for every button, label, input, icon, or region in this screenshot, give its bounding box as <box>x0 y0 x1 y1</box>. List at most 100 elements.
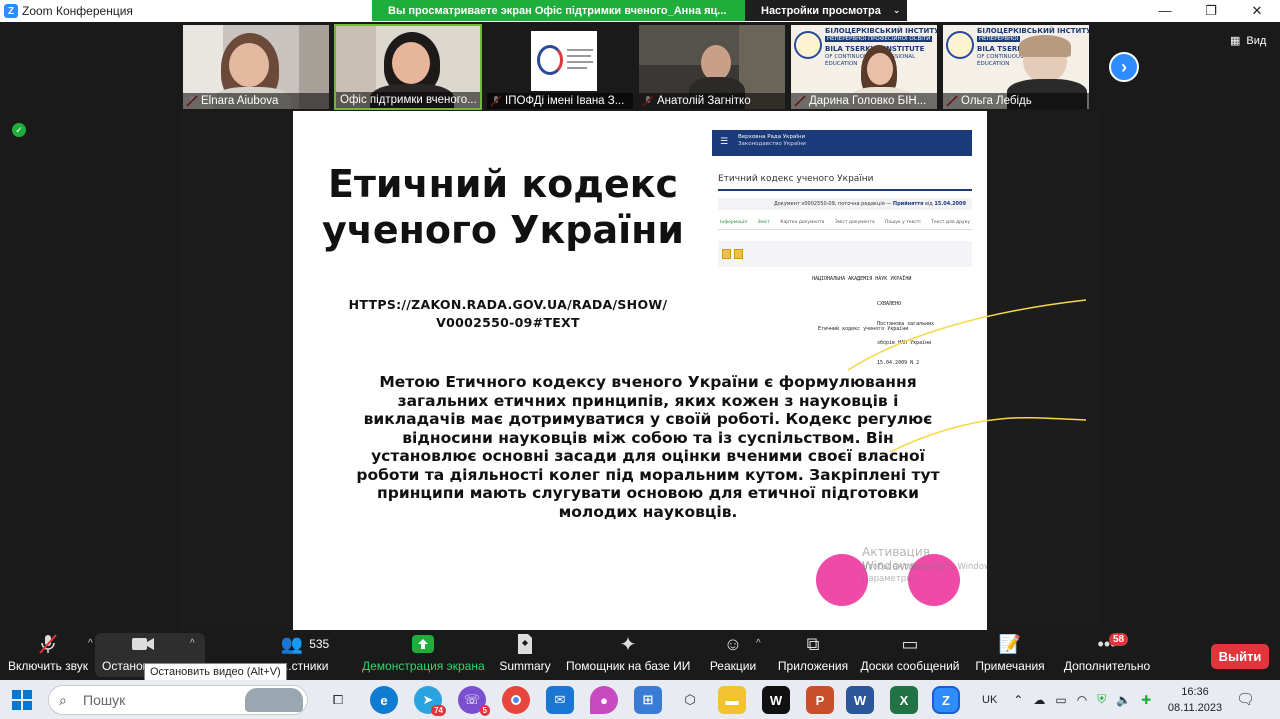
more-label: Дополнительно <box>1063 659 1151 673</box>
meeting-toolbar: Включить звук ^ Останов... ^ 👥 535 ...стн… <box>0 630 1280 681</box>
stop-video-tooltip: Остановить видео (Alt+V) <box>144 663 287 681</box>
logo-text: OF CONTINUOUS <box>977 54 1024 60</box>
doc-title: Етичний кодекс ученого України <box>718 174 972 191</box>
slide-title-line: ученого України <box>321 208 685 252</box>
institution-logo <box>531 31 597 91</box>
view-options-label: Настройки просмотра <box>761 4 881 17</box>
whiteboard-icon: ▭ <box>901 633 919 654</box>
wifi-icon[interactable]: ◠ <box>1077 693 1087 707</box>
powerpoint-icon[interactable]: P <box>806 686 834 714</box>
antivirus-icon[interactable]: ✚ <box>1141 693 1151 707</box>
doc-meta-bold: Прийняття <box>892 201 924 207</box>
apps-label: Приложения <box>777 659 849 673</box>
close-button[interactable]: ✕ <box>1234 0 1280 22</box>
slide-url: HTTPS://ZAKON.RADA.GOV.UA/RADA/SHOW/ V00… <box>333 296 683 332</box>
reactions-button[interactable]: ☺ Реакции <box>704 630 762 680</box>
window-title: Zoom Конференция <box>22 4 133 18</box>
battery-icon[interactable]: ▭ <box>1055 693 1066 707</box>
edge-browser-icon[interactable]: e <box>370 686 398 714</box>
reactions-caret-icon[interactable]: ^ <box>756 638 761 649</box>
audio-options-caret-icon[interactable]: ^ <box>88 638 93 649</box>
apps-button[interactable]: ⧉ Приложения <box>776 630 850 680</box>
telegram-icon[interactable]: ➤ 74 <box>414 686 446 716</box>
word-icon[interactable]: W <box>846 686 874 714</box>
encryption-shield-icon[interactable]: ✓ <box>12 123 26 137</box>
ai-sparkle-icon: ✦ <box>619 633 637 656</box>
participant-tile[interactable]: БІЛОЦЕРКІВСЬКИЙ ІНСТИТУТ НЕПЕРЕРВНОЇ BIL… <box>942 24 1090 110</box>
chevron-down-icon: ⌄ <box>892 5 901 15</box>
doc-tab: Картка документа <box>780 220 825 225</box>
3d-viewer-icon[interactable]: ⬡ <box>676 686 704 714</box>
search-icon: ⌕ <box>59 692 67 708</box>
unmute-label: Включить звук <box>7 659 89 673</box>
view-button[interactable]: ▦ Вид <box>1230 34 1266 48</box>
shield-tray-icon[interactable]: ⛨ <box>1097 692 1106 707</box>
participant-tile[interactable]: Elnara Aiubova <box>182 24 330 110</box>
participant-tile[interactable]: ІПОФДі імені Івана З... <box>486 24 634 110</box>
ms-store-icon[interactable]: ⊞ <box>634 686 662 714</box>
logo-text: НЕПЕРЕРВНОЇ <box>977 36 1021 42</box>
mail-icon[interactable]: ✉ <box>546 686 574 714</box>
notes-button[interactable]: 📝 Примечания <box>972 630 1048 680</box>
grid-view-icon: ▦ <box>1230 35 1241 47</box>
participants-count: 535 <box>309 637 330 651</box>
slide-title-line: Етичний кодекс <box>327 162 679 206</box>
paint-drop-icon[interactable]: ● <box>590 686 618 714</box>
video-options-caret-icon[interactable]: ^ <box>190 638 195 649</box>
windows-start-icon[interactable] <box>12 690 32 710</box>
task-view-icon[interactable]: ⧠ <box>324 686 352 714</box>
reactions-label: Реакции <box>709 659 757 673</box>
excel-icon[interactable]: X <box>890 686 918 714</box>
windows-activation-text: Параметры. <box>862 574 916 584</box>
summary-label: Summary <box>499 659 551 673</box>
slide-url-line: HTTPS://ZAKON.RADA.GOV.UA/RADA/SHOW/ <box>348 297 668 312</box>
telegram-badge: 74 <box>431 705 446 716</box>
notifications-icon[interactable]: 🗨 <box>1236 690 1255 708</box>
participant-tile-active-speaker[interactable]: Офіс підтримки вченого... <box>334 24 482 110</box>
slide-title: Етичний кодекс ученого України <box>313 161 693 253</box>
doc-tab: Зміст документа <box>834 220 875 225</box>
participant-name: Elnara Aiubova <box>183 93 329 109</box>
language-indicator[interactable]: UK <box>982 694 997 706</box>
doc-toolbar-box <box>718 241 972 267</box>
windows-taskbar: ⌕ Пошук ⧠ e ➤ 74 ☏ 5 ✉ ● ⊞ ⬡ ▬ W P W X Z U… <box>0 680 1280 719</box>
taskbar-search[interactable]: ⌕ Пошук <box>48 685 308 715</box>
zoom-taskbar-icon[interactable]: Z <box>932 686 960 714</box>
logo-text: НЕПЕРЕРВНОЇ ПРОФЕСІЙНОЇ ОСВІТИ <box>825 36 933 42</box>
doc-tab: Текст для друку <box>931 220 970 225</box>
minimize-button[interactable]: — <box>1142 0 1188 22</box>
participant-tile[interactable]: Анатолій Загнітко <box>638 24 786 110</box>
maximize-button[interactable]: ❐ <box>1188 0 1234 22</box>
doc-org: НАЦІОНАЛЬНА АКАДЕМІЯ НАУК УКРАЇНИ <box>812 276 912 282</box>
viber-icon[interactable]: ☏ 5 <box>458 686 490 716</box>
logo-text: БІЛОЦЕРКІВСЬКИЙ ІНСТИТУТ <box>825 27 938 35</box>
screen-share-banner: Вы просматриваете экран Офіс підтримки в… <box>372 0 745 21</box>
participant-tile[interactable]: БІЛОЦЕРКІВСЬКИЙ ІНСТИТУТ НЕПЕРЕРВНОЇ ПРО… <box>790 24 938 110</box>
taskbar-clock[interactable]: 16:36 08.11.2023 <box>1165 684 1225 716</box>
view-options-button[interactable]: Настройки просмотра ⌄ <box>745 0 907 21</box>
slide-url-line: V0002550-09#TEXT <box>436 315 580 330</box>
chrome-icon[interactable] <box>502 686 530 714</box>
whiteboards-button[interactable]: ▭ Доски сообщений <box>860 630 960 680</box>
next-page-arrow-icon[interactable]: › <box>1109 52 1139 82</box>
file-explorer-icon[interactable]: ▬ <box>718 686 746 714</box>
ai-assistant-label: Помощник на базе ИИ <box>566 659 691 673</box>
summary-button[interactable]: Summary <box>494 630 556 680</box>
doc-tab: Зміст <box>757 220 770 225</box>
participant-strip: Elnara Aiubova Офіс підтримки вченого...… <box>182 24 1090 110</box>
doc-header-subtitle: Законодавство України <box>738 141 806 147</box>
more-button[interactable]: ••• Дополнительно <box>1062 630 1152 680</box>
leave-button[interactable]: Выйти <box>1211 644 1269 669</box>
unmute-button[interactable]: Включить звук <box>4 630 92 680</box>
clock-time: 16:36 <box>1181 686 1209 698</box>
video-camera-icon <box>132 638 154 650</box>
ai-assistant-button[interactable]: ✦ Помощник на базе ИИ <box>566 630 690 680</box>
doc-tabs: Інформація Зміст Картка документа Зміст … <box>718 216 972 230</box>
volume-icon[interactable]: 🔈 <box>1116 693 1131 707</box>
share-screen-button[interactable]: Демонстрация экрана <box>362 630 485 680</box>
webex-icon[interactable]: W <box>762 686 790 714</box>
logo-text: EDUCATION <box>977 61 1010 67</box>
cloud-icon[interactable]: ☁ <box>1033 693 1045 707</box>
chevron-up-icon[interactable]: ⌃ <box>1013 693 1023 707</box>
participant-name: Офіс підтримки вченого... <box>336 92 480 108</box>
